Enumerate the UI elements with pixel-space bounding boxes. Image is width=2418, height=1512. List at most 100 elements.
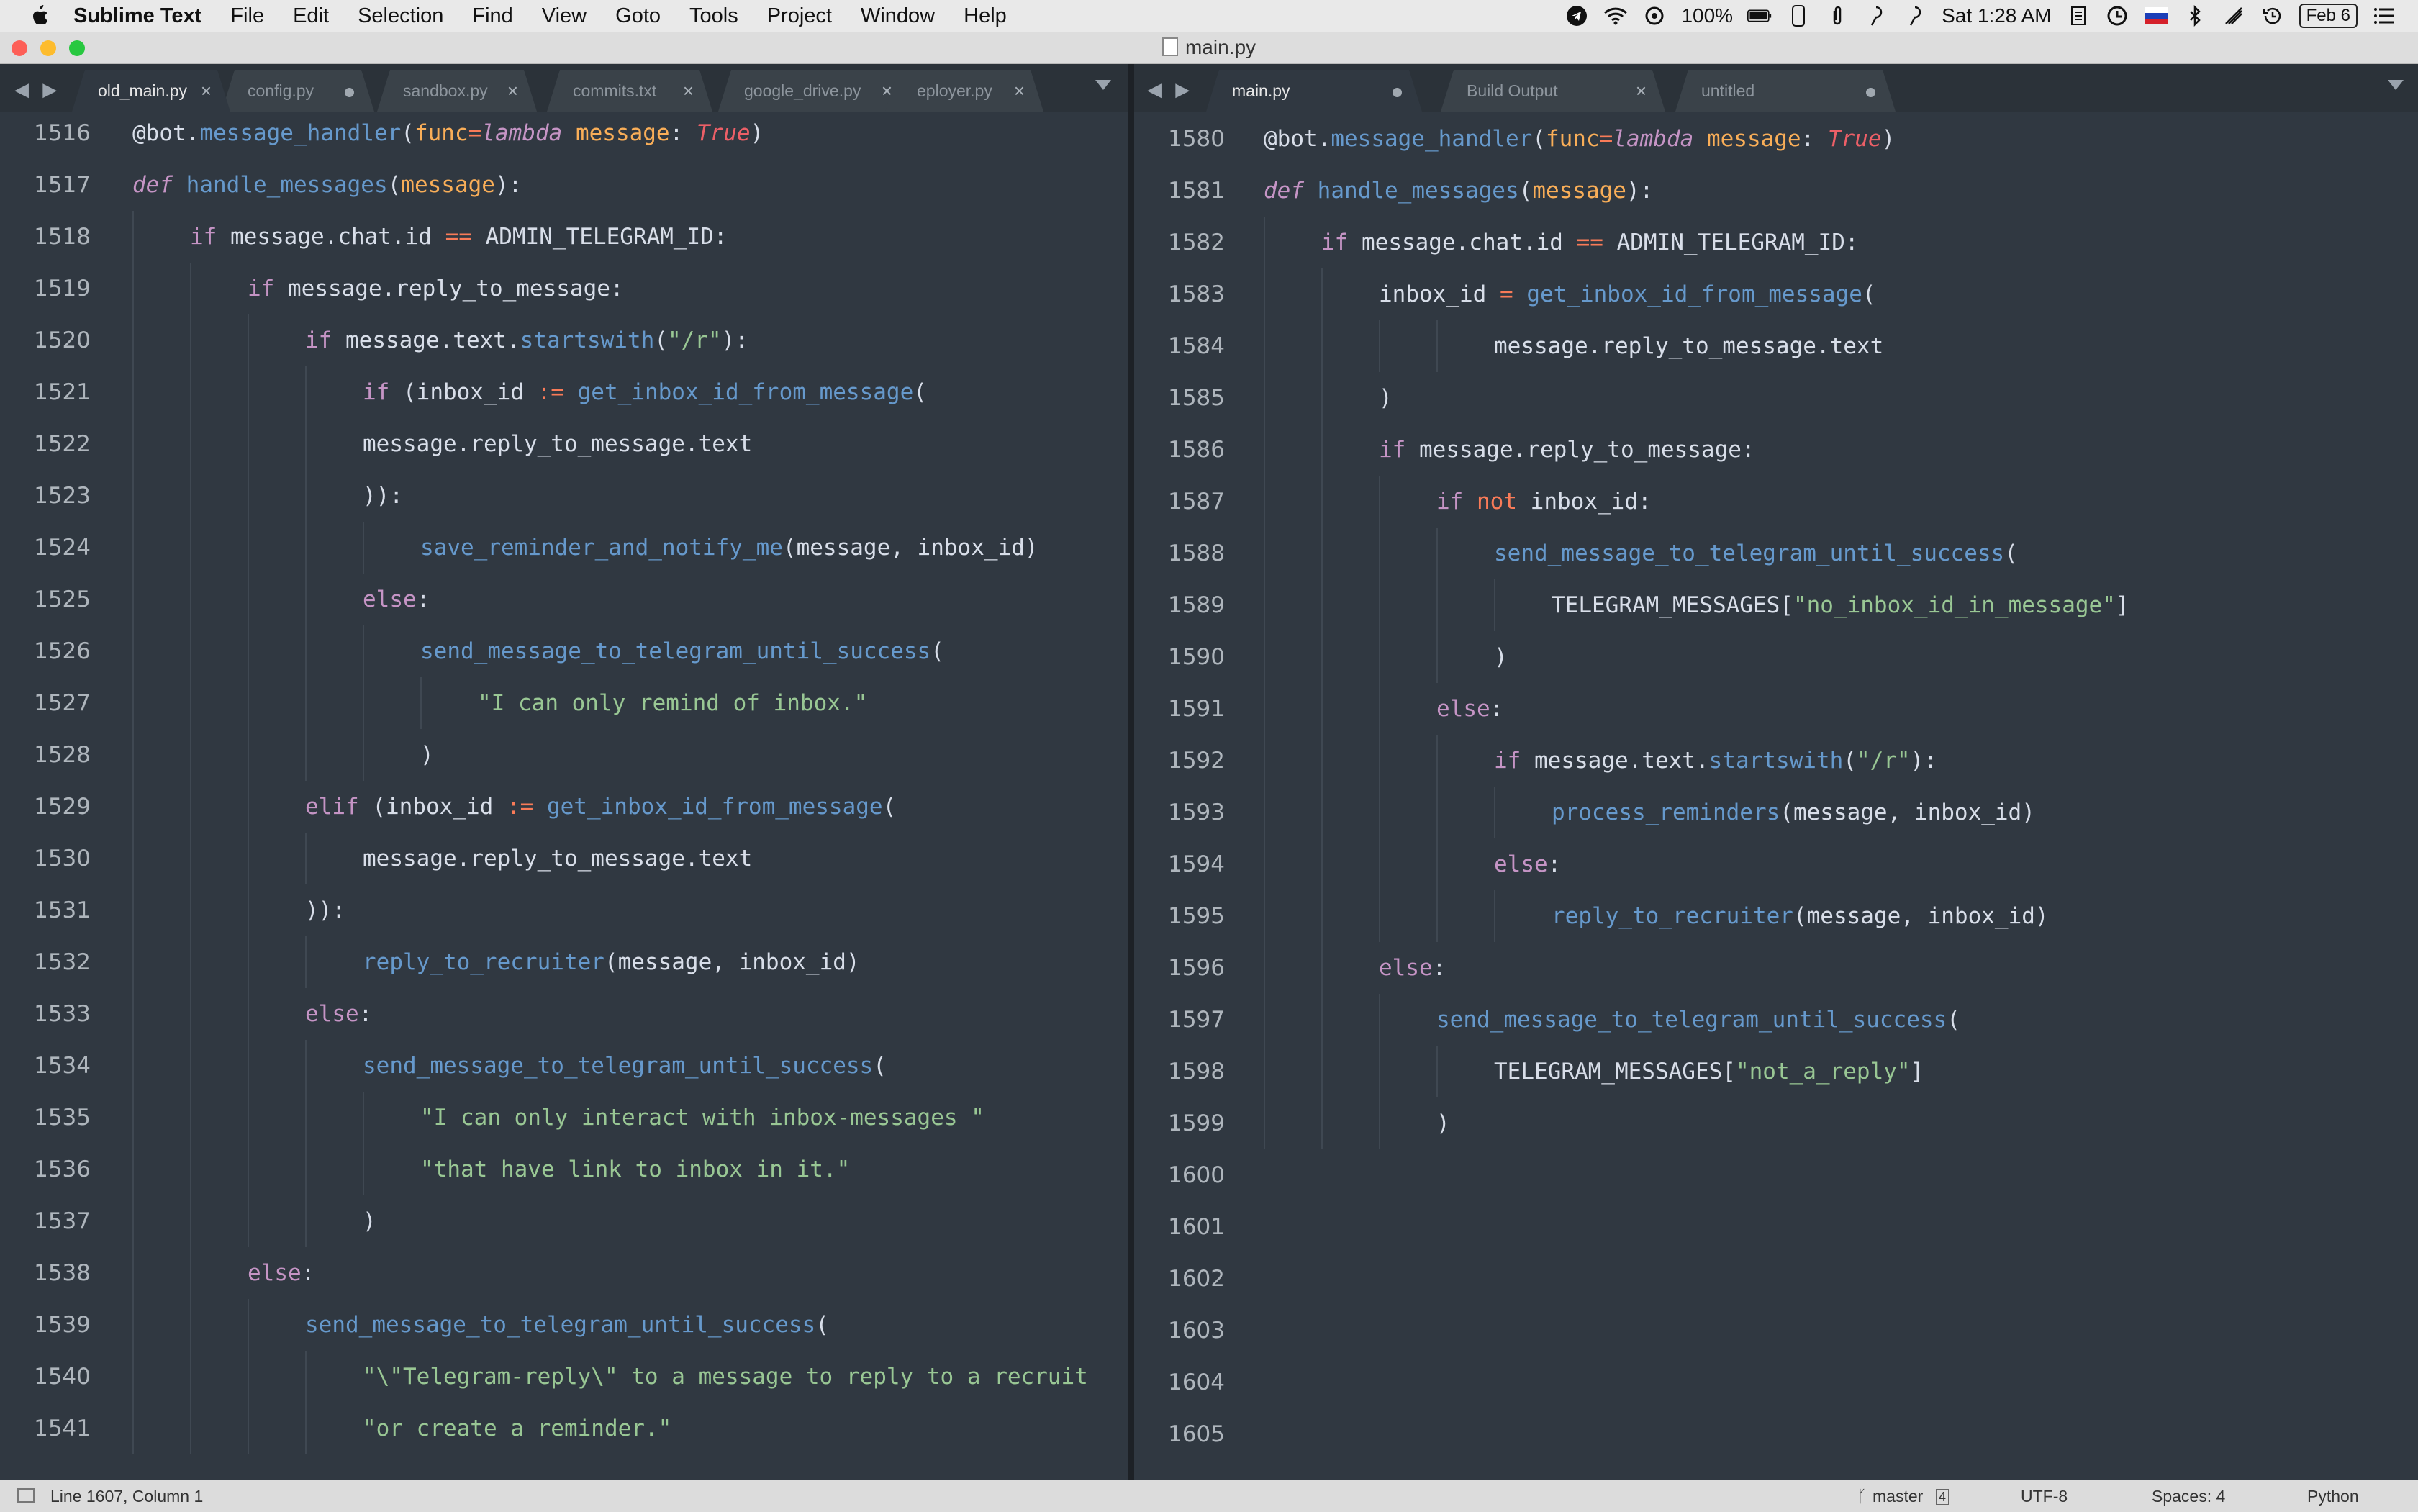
- code-line[interactable]: 1529 elif (inbox_id := get_inbox_id_from_…: [0, 781, 1128, 833]
- code-line[interactable]: 1586 if message.reply_to_message:: [1134, 424, 2418, 476]
- code-text[interactable]: if message.text.startswith("/r"):: [305, 314, 748, 366]
- code-text[interactable]: inbox_id = get_inbox_id_from_message(: [1379, 268, 1876, 320]
- line-number[interactable]: 1582: [1134, 217, 1225, 268]
- code-text[interactable]: else:: [1436, 683, 1503, 735]
- unsaved-dot-icon[interactable]: [1866, 88, 1875, 97]
- code-line[interactable]: 1522 message.reply_to_message.text: [0, 418, 1128, 470]
- code-text[interactable]: else:: [1379, 942, 1446, 994]
- line-number[interactable]: 1528: [0, 729, 91, 781]
- code-line[interactable]: 1589 TELEGRAM_MESSAGES["no_inbox_id_in_me…: [1134, 579, 2418, 631]
- code-text[interactable]: ): [1379, 372, 1393, 424]
- line-number[interactable]: 1520: [0, 314, 91, 366]
- line-number[interactable]: 1580: [1134, 113, 1225, 165]
- code-text[interactable]: message.reply_to_message.text: [363, 833, 752, 884]
- line-number[interactable]: 1587: [1134, 476, 1225, 528]
- line-number[interactable]: 1534: [0, 1040, 91, 1092]
- code-line[interactable]: 1581 def handle_messages(message):: [1134, 165, 2418, 217]
- close-icon[interactable]: ×: [201, 70, 212, 112]
- code-line[interactable]: 1596 else:: [1134, 942, 2418, 994]
- phone-icon[interactable]: [1786, 4, 1811, 28]
- tab-main-py[interactable]: main.py: [1206, 70, 1422, 112]
- code-text[interactable]: "I can only interact with inbox-messages…: [420, 1092, 984, 1144]
- code-line[interactable]: 1531)):: [0, 884, 1128, 936]
- line-number[interactable]: 1604: [1134, 1357, 1225, 1408]
- code-text[interactable]: message.reply_to_message.text: [363, 418, 752, 470]
- code-line[interactable]: 1582 if message.chat.id == ADMIN_TELEGRAM…: [1134, 217, 2418, 268]
- menu-find[interactable]: Find: [472, 4, 512, 28]
- code-text[interactable]: elif (inbox_id := get_inbox_id_from_mess…: [305, 781, 896, 833]
- tab-nav-arrows[interactable]: ◀ ▶: [14, 78, 61, 101]
- line-number[interactable]: 1527: [0, 677, 91, 729]
- code-text[interactable]: send_message_to_telegram_until_success(: [305, 1299, 829, 1351]
- line-number[interactable]: 1597: [1134, 994, 1225, 1046]
- line-number[interactable]: 1525: [0, 574, 91, 625]
- tab-deployer-py[interactable]: eployer.py ×: [885, 70, 1043, 112]
- line-number[interactable]: 1540: [0, 1351, 91, 1403]
- code-area-left[interactable]: 1516 @bot.message_handler(func=lambda mes…: [0, 112, 1128, 1480]
- git-branch[interactable]: master: [1873, 1480, 1923, 1512]
- code-line[interactable]: 1516 @bot.message_handler(func=lambda mes…: [0, 107, 1128, 159]
- code-line[interactable]: 1525 else:: [0, 574, 1128, 625]
- close-icon[interactable]: ×: [1014, 70, 1025, 112]
- menu-view[interactable]: View: [542, 4, 587, 28]
- chevron-down-icon[interactable]: [2388, 80, 2404, 90]
- code-area-right[interactable]: 1580 @bot.message_handler(func=lambda mes…: [1134, 112, 2418, 1480]
- document-icon[interactable]: [2066, 4, 2091, 28]
- code-text[interactable]: "that have link to inbox in it.": [420, 1144, 850, 1195]
- close-icon[interactable]: ×: [507, 70, 518, 112]
- line-number[interactable]: 1530: [0, 833, 91, 884]
- code-text[interactable]: ): [1436, 1097, 1450, 1149]
- code-line[interactable]: 1536 "that have link to inbox in it.": [0, 1144, 1128, 1195]
- line-number[interactable]: 1521: [0, 366, 91, 418]
- tab-sandbox-py[interactable]: sandbox.py ×: [377, 70, 537, 112]
- code-line[interactable]: 1535 "I can only interact with inbox-mess…: [0, 1092, 1128, 1144]
- bluetooth-icon[interactable]: [2183, 4, 2207, 28]
- menu-file[interactable]: File: [230, 4, 264, 28]
- date-badge[interactable]: Feb 6: [2299, 4, 2358, 28]
- tab-old-main-py[interactable]: old_main.py ×: [72, 70, 230, 112]
- code-line[interactable]: 1605: [1134, 1408, 2418, 1460]
- code-text[interactable]: message.reply_to_message.text: [1494, 320, 1883, 372]
- code-text[interactable]: def handle_messages(message):: [132, 159, 522, 211]
- code-text[interactable]: reply_to_recruiter(message, inbox_id): [363, 936, 860, 988]
- line-number[interactable]: 1536: [0, 1144, 91, 1195]
- code-text[interactable]: "\"Telegram-reply\" to a message to repl…: [363, 1351, 1088, 1403]
- airplay-icon[interactable]: [2222, 4, 2246, 28]
- editor-pane-left[interactable]: ◀ ▶ old_main.py × config.py sandbox.py × c…: [0, 64, 1128, 1480]
- battery-icon[interactable]: [1747, 4, 1772, 28]
- line-number[interactable]: 1603: [1134, 1305, 1225, 1357]
- code-text[interactable]: def handle_messages(message):: [1264, 165, 1653, 217]
- line-number[interactable]: 1583: [1134, 268, 1225, 320]
- line-number[interactable]: 1541: [0, 1403, 91, 1454]
- app-menu[interactable]: Sublime Text: [73, 4, 202, 28]
- time-tracker-icon[interactable]: [2105, 4, 2129, 28]
- chevron-down-icon[interactable]: [1095, 80, 1111, 90]
- line-number[interactable]: 1539: [0, 1299, 91, 1351]
- menu-help[interactable]: Help: [964, 4, 1007, 28]
- tab-config-py[interactable]: config.py: [222, 70, 374, 112]
- unsaved-dot-icon[interactable]: [1393, 88, 1402, 97]
- code-line[interactable]: 1523)):: [0, 470, 1128, 522]
- code-text[interactable]: @bot.message_handler(func=lambda message…: [132, 107, 764, 159]
- line-number[interactable]: 1600: [1134, 1149, 1225, 1201]
- close-icon[interactable]: ×: [1636, 70, 1647, 112]
- line-number[interactable]: 1533: [0, 988, 91, 1040]
- code-text[interactable]: )):: [305, 884, 345, 936]
- line-number[interactable]: 1585: [1134, 372, 1225, 424]
- line-number[interactable]: 1593: [1134, 787, 1225, 838]
- code-line[interactable]: 1526 send_message_to_telegram_until_succe…: [0, 625, 1128, 677]
- code-line[interactable]: 1580 @bot.message_handler(func=lambda mes…: [1134, 113, 2418, 165]
- line-number[interactable]: 1531: [0, 884, 91, 936]
- line-number[interactable]: 1594: [1134, 838, 1225, 890]
- code-line[interactable]: 1597 send_message_to_telegram_until_succe…: [1134, 994, 2418, 1046]
- code-line[interactable]: 1538 else:: [0, 1247, 1128, 1299]
- code-line[interactable]: 1524 save_reminder_and_notify_me(message,…: [0, 522, 1128, 574]
- cpu-icon[interactable]: [1642, 4, 1667, 28]
- code-line[interactable]: 1520 if message.text.startswith("/r"):: [0, 314, 1128, 366]
- code-line[interactable]: 1583 inbox_id = get_inbox_id_from_message…: [1134, 268, 2418, 320]
- code-text[interactable]: send_message_to_telegram_until_success(: [1494, 528, 2018, 579]
- tab-commits-txt[interactable]: commits.txt ×: [547, 70, 712, 112]
- line-number[interactable]: 1591: [1134, 683, 1225, 735]
- line-number[interactable]: 1526: [0, 625, 91, 677]
- toggle-panel-icon[interactable]: [17, 1488, 35, 1503]
